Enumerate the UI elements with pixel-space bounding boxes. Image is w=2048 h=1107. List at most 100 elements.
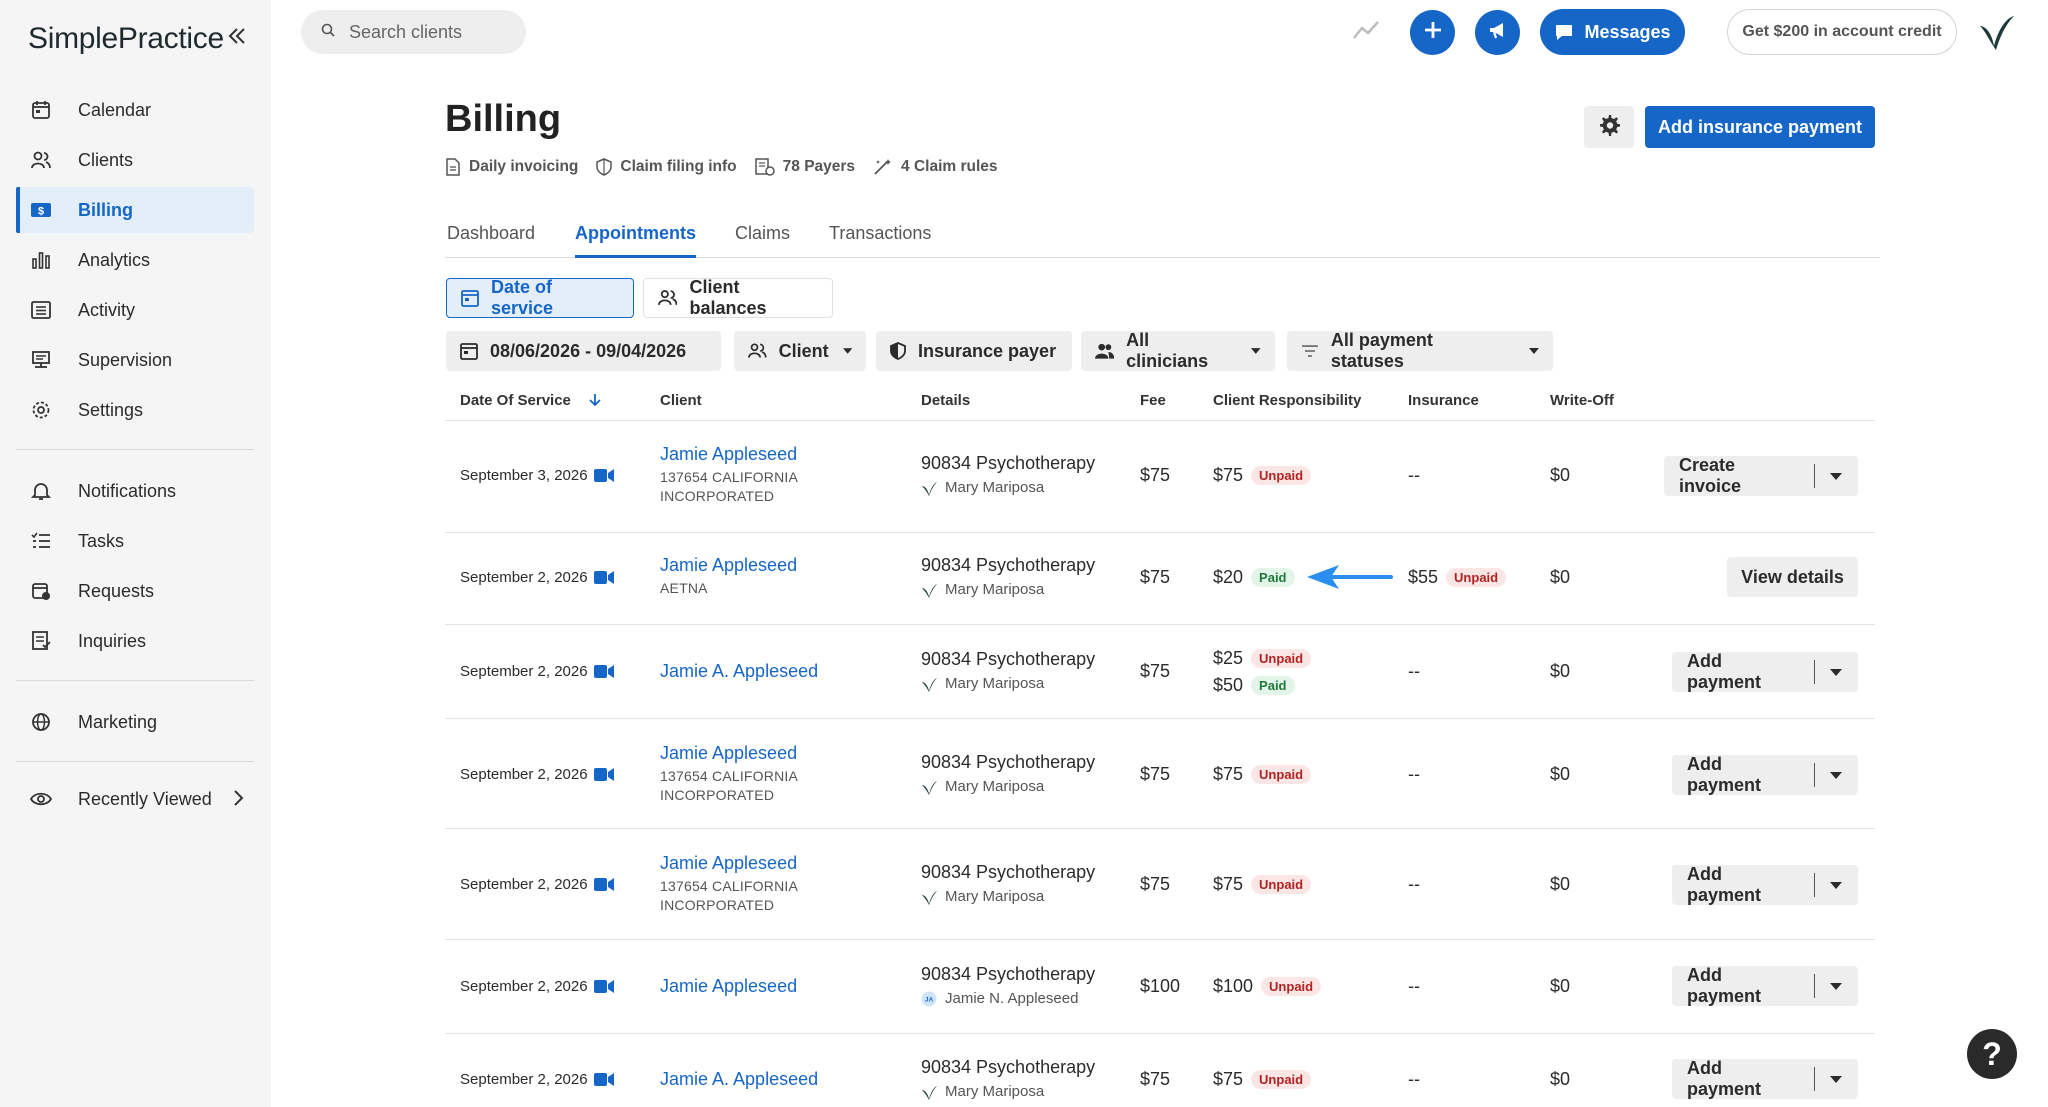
help-button[interactable]: ? [1967, 1029, 2017, 1079]
clinician-avatar-icon [921, 889, 937, 905]
trend-icon[interactable] [1352, 18, 1380, 47]
add-payment-button[interactable]: Add payment [1672, 651, 1814, 692]
collapse-sidebar-icon[interactable] [226, 22, 248, 54]
filter-label: Client [778, 340, 829, 361]
client-cell: Jamie Appleseed 137654 CALIFORNIA INCORP… [660, 853, 798, 915]
sidebar-item-tasks[interactable]: Tasks [16, 518, 254, 564]
table-header-divider [445, 420, 1875, 421]
view-details-button[interactable]: View details [1727, 557, 1858, 597]
caret-down-icon [1830, 982, 1843, 990]
create-button[interactable] [1410, 10, 1455, 55]
add-payment-button[interactable]: Add payment [1672, 754, 1814, 795]
sidebar-item-calendar[interactable]: Calendar [16, 87, 254, 133]
add-payment-split-button: Add payment [1672, 754, 1858, 795]
daily-invoicing-link[interactable]: Daily invoicing [445, 158, 578, 176]
insurance-payer-filter[interactable]: Insurance payer [876, 331, 1072, 371]
fee: $75 [1140, 1069, 1171, 1089]
action-dropdown-toggle[interactable] [1815, 652, 1858, 692]
sidebar-item-label: Settings [78, 399, 144, 420]
date-of-service-toggle[interactable]: Date of service [446, 277, 634, 318]
status-badge: Unpaid [1251, 875, 1312, 894]
claim-rules-link[interactable]: 4 Claim rules [873, 158, 998, 176]
client-link[interactable]: Jamie Appleseed [660, 444, 798, 465]
insurance-amount: -- [1408, 874, 1420, 894]
claim-rules-label: 4 Claim rules [901, 158, 998, 175]
sidebar-item-marketing[interactable]: Marketing [16, 699, 254, 745]
user-avatar[interactable] [1976, 12, 2016, 52]
sidebar-item-label: Inquiries [78, 630, 147, 651]
sidebar-item-label: Activity [78, 299, 136, 320]
action-dropdown-toggle[interactable] [1815, 755, 1858, 795]
sidebar-item-supervision[interactable]: Supervision [16, 337, 254, 383]
client-balances-toggle[interactable]: Client balances [643, 277, 833, 318]
sidebar-item-label: Notifications [78, 480, 177, 501]
action-dropdown-toggle[interactable] [1815, 865, 1858, 905]
sidebar-item-analytics[interactable]: Analytics [16, 237, 254, 283]
sidebar-item-notifications[interactable]: Notifications [16, 468, 254, 514]
column-header-write-off: Write-Off [1550, 392, 1614, 409]
announcements-button[interactable] [1475, 10, 1520, 55]
date-text: September 3, 2026 [460, 467, 588, 484]
claim-filing-info-label: Claim filing info [620, 158, 737, 175]
sidebar-item-inquiries[interactable]: Inquiries [16, 618, 254, 664]
client-link[interactable]: Jamie Appleseed [660, 976, 797, 997]
claim-filing-info-link[interactable]: Claim filing info [596, 158, 737, 176]
sort-arrow-down-icon [589, 394, 601, 407]
create-invoice-button[interactable]: Create invoice [1664, 455, 1814, 496]
client-link[interactable]: Jamie Appleseed [660, 555, 797, 576]
add-payment-button[interactable]: Add payment [1672, 1058, 1814, 1099]
tab-transactions[interactable]: Transactions [829, 223, 931, 258]
clinician-initials-avatar: JA [921, 991, 937, 1007]
action-dropdown-toggle[interactable] [1815, 1059, 1858, 1099]
clinicians-filter[interactable]: All clinicians [1081, 330, 1275, 371]
add-insurance-payment-button[interactable]: Add insurance payment [1645, 106, 1875, 148]
client-link[interactable]: Jamie A. Appleseed [660, 661, 818, 682]
app-logo[interactable]: SimplePractice [28, 22, 224, 56]
sidebar-item-clients[interactable]: Clients [16, 137, 254, 183]
billing-settings-button[interactable] [1584, 106, 1634, 148]
search-input[interactable] [349, 21, 509, 43]
sidebar-item-settings[interactable]: Settings [16, 387, 254, 433]
client-link[interactable]: Jamie Appleseed [660, 853, 798, 874]
add-payment-button[interactable]: Add payment [1672, 864, 1814, 905]
sidebar-item-billing[interactable]: $ Billing [16, 187, 254, 233]
column-header-date[interactable]: Date Of Service [460, 392, 601, 409]
sidebar-item-label: Tasks [78, 530, 125, 551]
fee: $75 [1140, 764, 1171, 784]
sidebar-item-activity[interactable]: Activity [16, 287, 254, 333]
payers-link[interactable]: 78 Payers [754, 158, 855, 176]
requests-icon [30, 580, 52, 602]
action-dropdown-toggle[interactable] [1815, 456, 1858, 496]
date-range-filter[interactable]: 08/06/2026 - 09/04/2026 [446, 331, 721, 371]
row-divider [445, 1033, 1875, 1034]
client-filter[interactable]: Client [734, 331, 866, 371]
status-badge: Unpaid [1261, 977, 1322, 996]
sidebar-divider [16, 761, 254, 762]
clients-icon [30, 149, 52, 171]
search-bar[interactable] [301, 10, 526, 54]
client-cell: Jamie Appleseed 137654 CALIFORNIA INCORP… [660, 743, 798, 805]
messages-label: Messages [1584, 21, 1671, 42]
sidebar-item-recently-viewed[interactable]: Recently Viewed [16, 776, 254, 822]
client-link[interactable]: Jamie Appleseed [660, 743, 798, 764]
write-off: $0 [1550, 567, 1571, 587]
add-payment-button[interactable]: Add payment [1672, 965, 1814, 1006]
date-of-service: September 2, 2026 [460, 978, 614, 995]
tab-claims[interactable]: Claims [735, 223, 790, 258]
gear-icon [1598, 114, 1620, 141]
resp-amount: $25 [1213, 648, 1244, 668]
messages-button[interactable]: Messages [1540, 9, 1685, 55]
tab-dashboard[interactable]: Dashboard [447, 223, 535, 258]
service-name: 90834 Psychotherapy [921, 453, 1096, 473]
gear-icon [30, 399, 52, 421]
client-link[interactable]: Jamie A. Appleseed [660, 1069, 818, 1090]
payment-status-filter[interactable]: All payment statuses [1287, 330, 1553, 371]
account-credit-button[interactable]: Get $200 in account credit [1727, 9, 1957, 55]
globe-icon [30, 711, 52, 733]
tab-appointments[interactable]: Appointments [575, 223, 696, 258]
sidebar-item-requests[interactable]: Requests [16, 568, 254, 614]
video-icon [593, 1073, 614, 1086]
action-dropdown-toggle[interactable] [1815, 966, 1858, 1006]
inquiries-icon [30, 630, 52, 652]
column-header-fee: Fee [1140, 392, 1166, 409]
